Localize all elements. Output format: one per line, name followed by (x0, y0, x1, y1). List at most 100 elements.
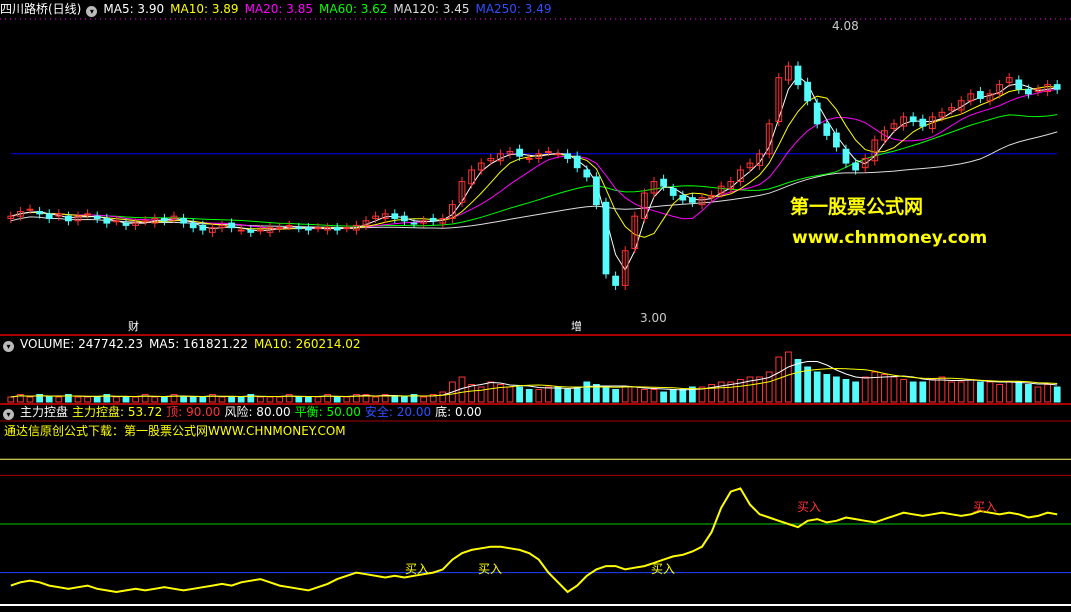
candle-body (189, 222, 197, 229)
volume-bar (151, 396, 159, 403)
volume-bar (1005, 381, 1013, 403)
volume-bar (996, 384, 1003, 403)
buy-label: 买入 (973, 500, 998, 514)
candle-body (180, 217, 187, 224)
event-marker-zeng[interactable]: 增 (571, 318, 582, 334)
volume-bar (113, 396, 120, 403)
volume-bar (631, 386, 639, 403)
volume-bar (516, 386, 523, 403)
candle-body (26, 208, 34, 211)
volume-bar (26, 396, 34, 403)
candle-body (516, 148, 523, 157)
candle-body (593, 176, 600, 206)
candle-body (314, 227, 322, 230)
volume-bar (756, 376, 763, 403)
candle-body (602, 201, 610, 275)
candle-body (333, 227, 341, 231)
candle-body (65, 215, 72, 222)
volume-bar (813, 371, 821, 403)
candle-body (852, 162, 859, 171)
volume-bar (84, 396, 91, 403)
volume-bar (161, 396, 168, 403)
candle-body (45, 213, 53, 219)
candle-body (93, 215, 101, 219)
indicator-chart[interactable] (0, 407, 1071, 612)
volume-bar (535, 389, 543, 403)
volume-bar (1015, 381, 1023, 403)
volume-bar (909, 381, 917, 403)
candle-body (429, 217, 437, 222)
candle-body (525, 157, 533, 160)
volume-bar (180, 396, 187, 403)
buy-label: 买入 (651, 562, 676, 576)
volume-bar (401, 396, 408, 403)
volume-bar (45, 396, 53, 403)
volume-bar (343, 396, 351, 403)
volume-bar (1053, 386, 1061, 403)
volume-bar (890, 376, 898, 403)
volume-bar (276, 396, 283, 403)
volume-bar (314, 396, 322, 403)
candlestick-chart[interactable] (0, 0, 1071, 334)
volume-bar (641, 389, 648, 403)
volume-bar (717, 381, 725, 403)
candle-body (237, 229, 245, 232)
volume-bar (545, 386, 552, 403)
candle-body (813, 102, 821, 125)
volume-bar (468, 384, 475, 403)
volume-bar (929, 379, 936, 403)
volume-bar (487, 381, 495, 403)
candle-body (276, 227, 283, 230)
candle-body (228, 222, 235, 229)
volume-bar (612, 389, 619, 403)
volume-bar (650, 389, 658, 403)
candle-body (141, 220, 149, 223)
volume-bar (823, 374, 831, 403)
volume-bar (938, 376, 946, 403)
volume-bar (122, 396, 130, 403)
event-marker-cai[interactable]: 财 (128, 318, 139, 334)
candle-body (247, 229, 255, 233)
volume-bar (679, 389, 687, 403)
candle-body (794, 65, 802, 86)
buy-label: 买入 (405, 562, 430, 576)
volume-bar (957, 381, 965, 403)
candle-body (401, 215, 408, 222)
candle-body (909, 116, 917, 123)
volume-bar (218, 396, 226, 403)
candle-body (823, 123, 831, 136)
volume-bar (602, 386, 610, 403)
volume-chart[interactable] (0, 334, 1071, 404)
candle-body (919, 118, 927, 127)
volume-bar (669, 389, 677, 403)
candle-body (199, 224, 207, 231)
volume-bar (583, 381, 591, 403)
candle-body (689, 197, 696, 203)
volume-bar (477, 386, 485, 403)
volume-bar (257, 396, 264, 403)
volume-bar (1034, 386, 1042, 403)
candle-body (833, 132, 840, 148)
volume-bar (333, 396, 341, 403)
buy-label: 买入 (478, 562, 503, 576)
volume-bar (237, 396, 245, 403)
candle-body (410, 222, 418, 225)
volume-bar (1025, 384, 1032, 403)
low-price-label: 3.00 (640, 311, 667, 325)
candle-body (554, 153, 562, 156)
candle-body (660, 178, 667, 187)
volume-bar (7, 396, 15, 403)
buy-label: 买入 (797, 500, 822, 514)
candle-body (679, 194, 687, 201)
volume-bar (93, 396, 101, 403)
volume-bar (564, 389, 571, 403)
volume-bar (977, 381, 984, 403)
candle-body (257, 229, 264, 232)
candle-body (1015, 79, 1023, 90)
volume-bar (525, 389, 533, 403)
candle-body (564, 153, 571, 159)
candle-body (545, 151, 552, 154)
watermark-title: 第一股票公式网 (790, 196, 924, 218)
candle-body (113, 220, 120, 223)
volume-bar (199, 396, 207, 403)
